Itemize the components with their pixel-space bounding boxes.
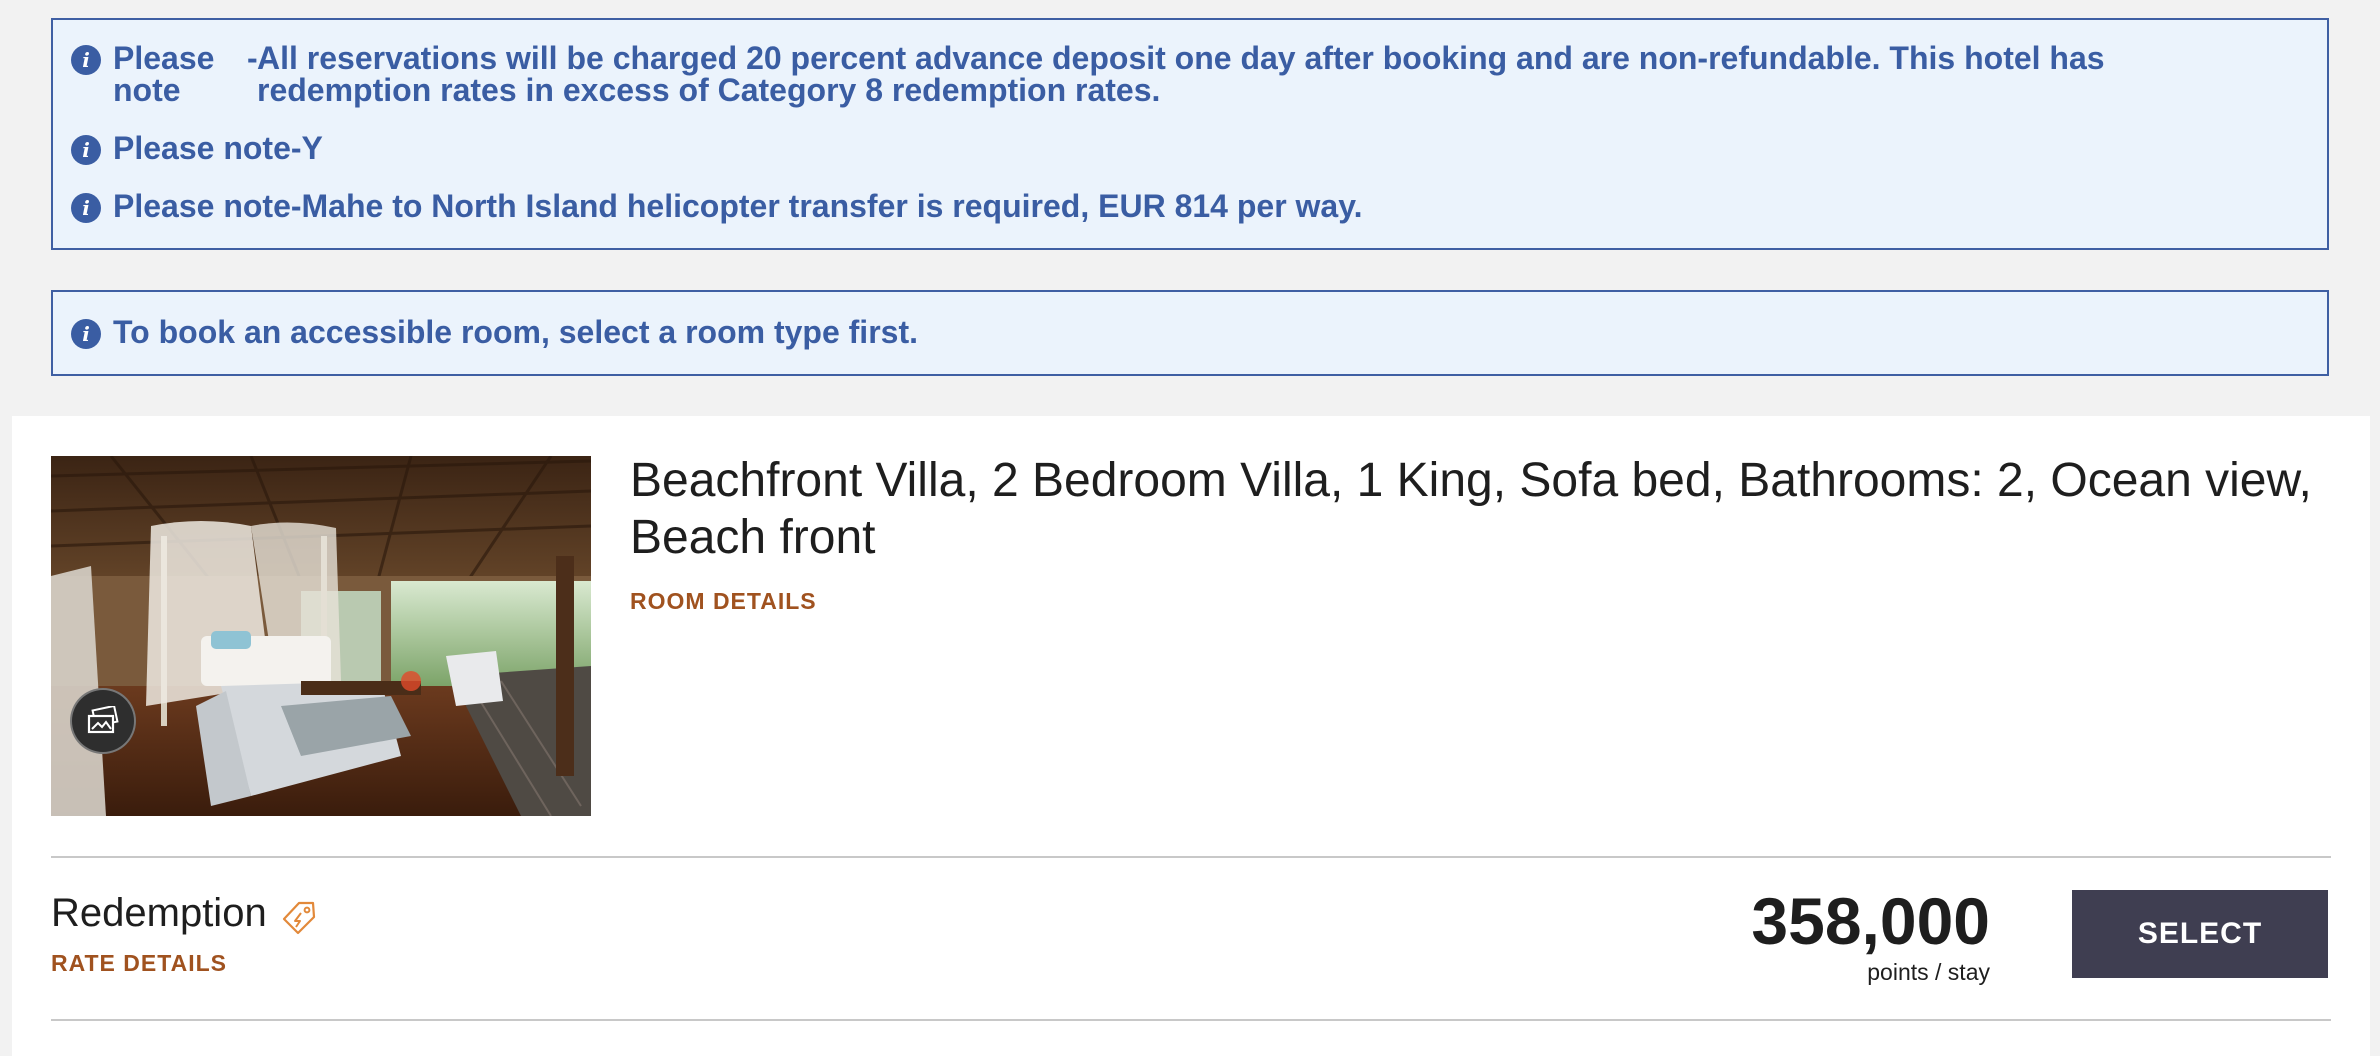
notice-text: All reservations will be charged 20 perc… [257, 40, 2105, 108]
photo-gallery-button[interactable] [70, 688, 136, 754]
info-icon: i [71, 319, 101, 349]
notice-accessible: i To book an accessible room, select a r… [71, 316, 2287, 349]
notice-label: Please note [113, 40, 215, 108]
notice-dash: - [247, 40, 258, 76]
notice-text: To book an accessible room, select a roo… [113, 314, 918, 350]
notice-text: Please note-Y [113, 130, 323, 166]
notice-helicopter: i Please note-Mahe to North Island helic… [71, 190, 2287, 223]
rate-name-label: Redemption [51, 890, 267, 935]
divider [51, 1019, 2331, 1021]
points-value: 358,000 [1751, 884, 1990, 958]
notice-y: i Please note-Y [71, 132, 2287, 165]
notice-deposit: i Please note - All reservations will be… [71, 42, 2287, 106]
info-icon: i [71, 135, 101, 165]
room-title: Beachfront Villa, 2 Bedroom Villa, 1 Kin… [630, 454, 2312, 564]
points-unit: points / stay [1867, 959, 1990, 985]
photo-gallery-icon [87, 706, 119, 734]
hotel-notices: i Please note - All reservations will be… [51, 18, 2329, 250]
info-icon: i [71, 193, 101, 223]
room-photo-image [51, 456, 591, 816]
tag-icon [282, 901, 315, 935]
room-photo[interactable] [51, 456, 591, 816]
notice-text: Please note-Mahe to North Island helicop… [113, 188, 1363, 224]
info-icon: i [71, 45, 101, 75]
select-button[interactable]: SELECT [2072, 890, 2328, 978]
accessible-room-notice: i To book an accessible room, select a r… [51, 290, 2329, 376]
rate-details-link[interactable]: RATE DETAILS [51, 950, 227, 977]
room-card: Beachfront Villa, 2 Bedroom Villa, 1 Kin… [12, 416, 2370, 1056]
room-details-link[interactable]: ROOM DETAILS [630, 588, 817, 615]
divider [51, 856, 2331, 858]
rate-name: Redemption [51, 890, 317, 936]
